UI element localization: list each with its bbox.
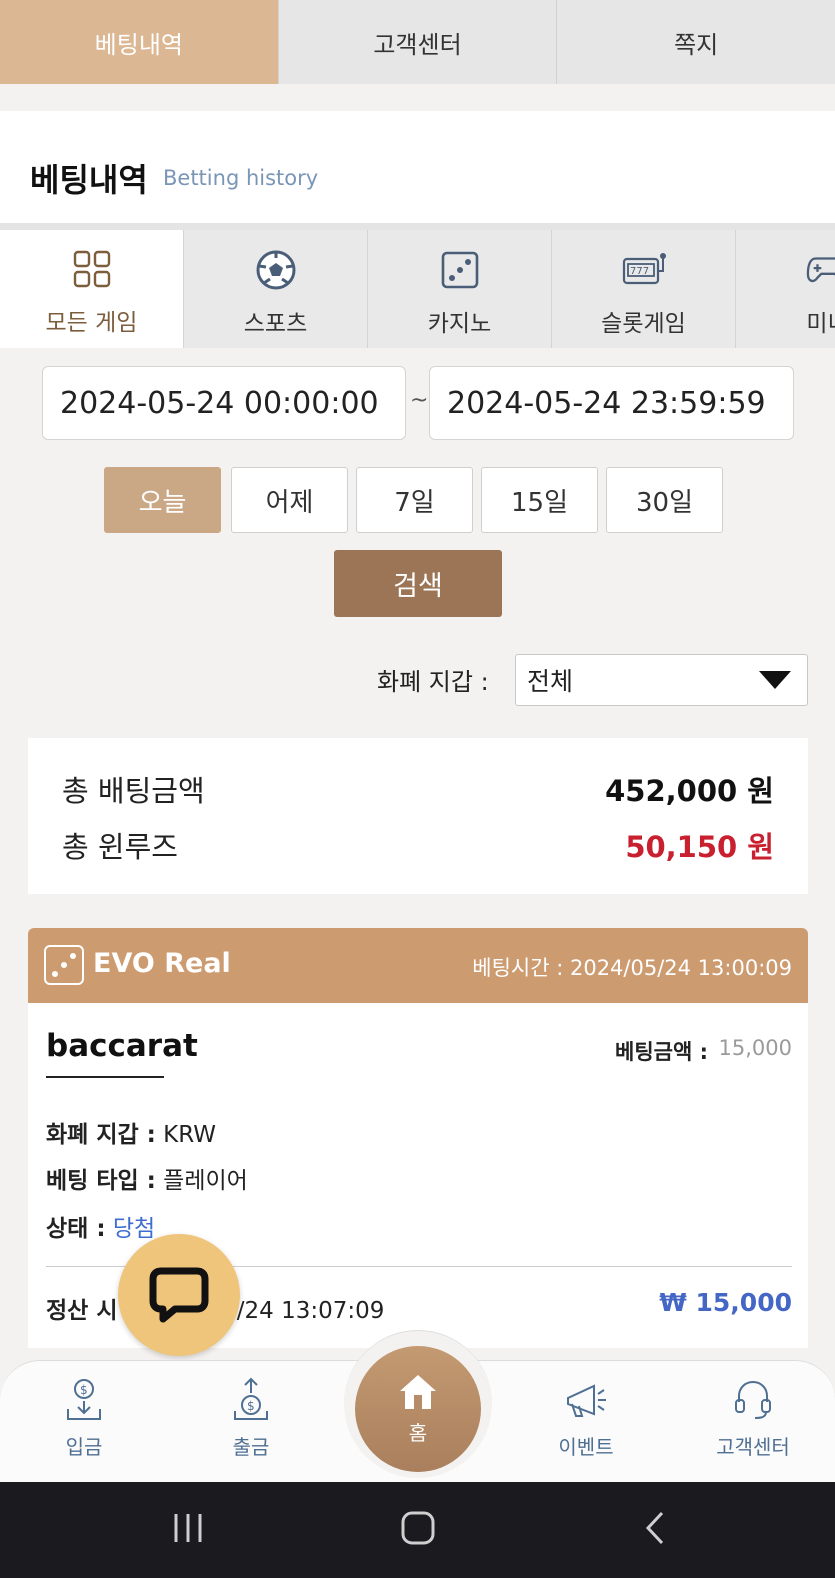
wallet-row: 화폐 지갑 : KRW <box>46 1122 217 1148</box>
category-label: 슬롯게임 <box>601 311 686 337</box>
category-all-games[interactable]: 모든 게임 <box>0 230 184 348</box>
wallet-filter-label: 화폐 지갑 : <box>377 668 489 696</box>
category-sports[interactable]: 스포츠 <box>184 230 368 348</box>
back-icon[interactable] <box>640 1510 670 1546</box>
range-yesterday-button[interactable]: 어제 <box>231 467 348 533</box>
range-today-button[interactable]: 오늘 <box>104 467 221 533</box>
wallet-selected-value: 전체 <box>527 667 574 696</box>
range-7days-button[interactable]: 7일 <box>356 467 473 533</box>
game-name: baccarat <box>46 1028 198 1064</box>
nav-support[interactable]: 고객센터 <box>698 1375 808 1460</box>
bet-amount-label: 베팅금액 : <box>615 1040 708 1064</box>
status-row: 상태 : 당첨 <box>46 1216 156 1242</box>
recent-apps-icon[interactable] <box>170 1510 206 1546</box>
range-30days-button[interactable]: 30일 <box>606 467 723 533</box>
soccer-ball-icon <box>254 248 298 292</box>
wallet-filter-select[interactable]: 전체 <box>515 654 808 706</box>
top-tab-bar: 베팅내역 고객센터 쪽지 <box>0 0 835 84</box>
category-label: 모든 게임 <box>45 310 138 336</box>
caret-down-icon <box>759 671 791 689</box>
withdraw-icon: $ <box>196 1375 306 1425</box>
live-chat-button[interactable] <box>118 1234 240 1356</box>
total-winloss-label: 총 윈루즈 <box>62 830 178 864</box>
provider-name: EVO Real <box>93 948 231 979</box>
tab-messages[interactable]: 쪽지 <box>556 0 835 84</box>
page-subtitle: Betting history <box>163 166 319 190</box>
total-bet-value: 452,000 원 <box>605 774 774 808</box>
category-slots[interactable]: 777 슬롯게임 <box>552 230 736 348</box>
category-mini[interactable]: 미니 <box>736 230 835 348</box>
megaphone-icon <box>531 1375 641 1425</box>
nav-home-button[interactable]: 홈 <box>355 1346 481 1472</box>
dice-icon <box>44 945 84 985</box>
nav-label: 고객센터 <box>716 1435 790 1459</box>
date-separator: ~ <box>410 388 429 413</box>
page-header: 베팅내역 Betting history <box>0 111 835 225</box>
nav-label: 이벤트 <box>558 1435 614 1459</box>
nav-withdraw[interactable]: $ 출금 <box>196 1375 306 1460</box>
category-label: 카지노 <box>427 311 492 337</box>
nav-label: 입금 <box>65 1435 103 1459</box>
search-button[interactable]: 검색 <box>334 550 502 617</box>
bet-time: 베팅시간 : 2024/05/24 13:00:09 <box>472 956 792 980</box>
headset-icon <box>698 1375 808 1425</box>
range-15days-button[interactable]: 15일 <box>481 467 598 533</box>
category-label: 미니 <box>806 311 835 337</box>
bet-card-header: EVO Real 베팅시간 : 2024/05/24 13:00:09 <box>28 928 808 1003</box>
system-navigation-bar <box>0 1482 835 1578</box>
nav-event[interactable]: 이벤트 <box>531 1375 641 1460</box>
tab-customer-center[interactable]: 고객센터 <box>277 0 557 84</box>
svg-text:777: 777 <box>630 266 649 277</box>
home-system-icon[interactable] <box>400 1510 436 1546</box>
bet-amount-value: 15,000 <box>718 1036 792 1060</box>
bet-type-row: 베팅 타입 : 플레이어 <box>46 1168 248 1194</box>
gamepad-icon <box>806 248 835 292</box>
payout-amount: ₩ 15,000 <box>659 1288 792 1317</box>
nav-label: 출금 <box>232 1435 270 1459</box>
total-winloss-value: 50,150 원 <box>625 830 774 864</box>
betting-summary-card: 총 배팅금액 452,000 원 총 윈루즈 50,150 원 <box>28 738 808 894</box>
svg-text:$: $ <box>80 1383 88 1397</box>
tab-betting-history[interactable]: 베팅내역 <box>0 0 278 84</box>
status-badge: 당첨 <box>112 1216 156 1242</box>
nav-label: 홈 <box>408 1420 428 1445</box>
game-category-tabs: 모든 게임 스포츠 카지노 777 슬롯게임 미 <box>0 223 835 348</box>
nav-deposit[interactable]: $ 입금 <box>29 1375 139 1460</box>
date-to-input[interactable]: 2024-05-24 23:59:59 <box>429 366 794 440</box>
divider <box>46 1076 164 1078</box>
total-bet-label: 총 배팅금액 <box>62 774 205 808</box>
date-from-input[interactable]: 2024-05-24 00:00:00 <box>42 366 406 440</box>
category-label: 스포츠 <box>243 311 308 337</box>
home-icon <box>400 1374 436 1409</box>
dice-icon <box>438 248 482 292</box>
grid-icon <box>70 247 114 291</box>
category-casino[interactable]: 카지노 <box>368 230 552 348</box>
slot-machine-icon: 777 <box>622 248 666 292</box>
svg-text:$: $ <box>247 1399 255 1413</box>
page-title: 베팅내역 <box>30 161 148 199</box>
deposit-icon: $ <box>29 1375 139 1425</box>
chat-bubble-icon <box>149 1267 209 1323</box>
